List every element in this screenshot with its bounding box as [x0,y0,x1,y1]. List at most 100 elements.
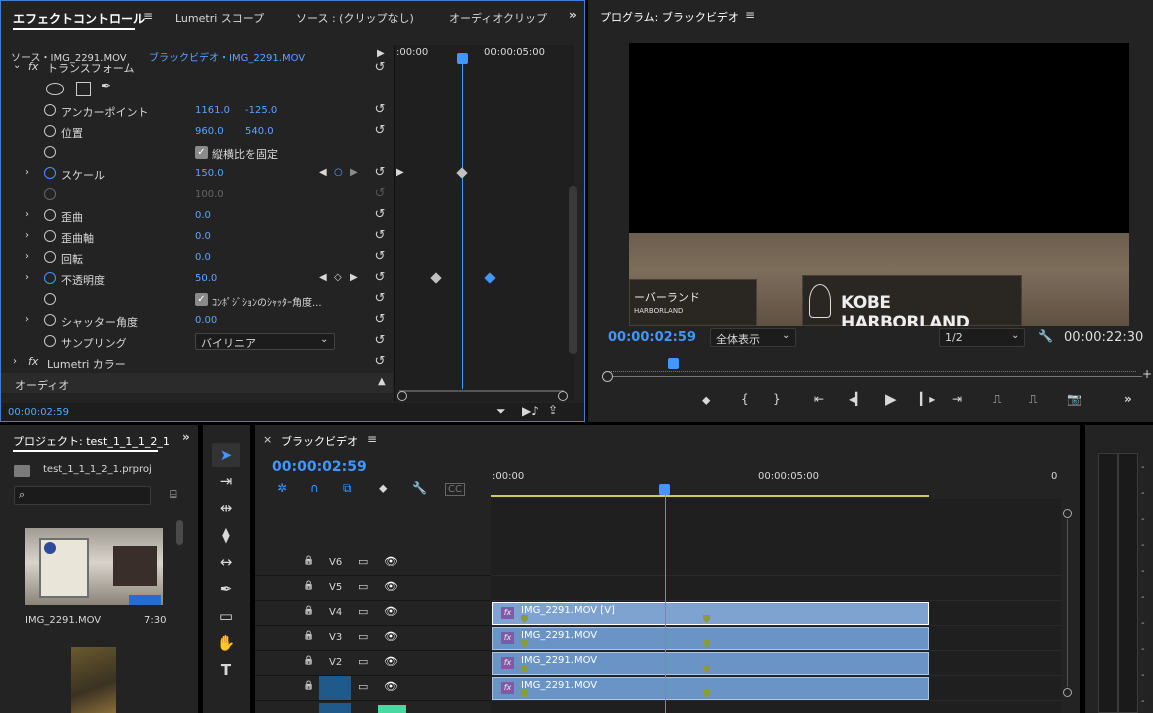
position-y-value[interactable]: 540.0 [245,126,274,137]
rotation-expand-icon[interactable]: › [25,251,29,262]
clip-thumbnail[interactable] [25,528,163,605]
lumetri-expand-icon[interactable]: › [13,356,17,367]
rectangle-mask-icon[interactable] [76,82,91,96]
scale-stopwatch-icon[interactable] [44,167,56,179]
track-sync-icon[interactable]: ▭ [358,680,368,693]
track-eye-icon[interactable]: 👁 [384,655,398,668]
position-stopwatch-icon[interactable] [44,125,56,137]
track-sync-icon[interactable]: ▭ [358,580,368,593]
tab-source[interactable]: ソース : (クリップなし) [296,10,414,26]
track-lock-icon[interactable]: 🔒 [303,656,314,666]
captions-icon[interactable]: CC [445,483,465,496]
snap-icon[interactable]: ∩ [310,481,319,495]
timeline-scrollbar-track[interactable] [1067,519,1068,687]
opacity-expand-icon[interactable]: › [25,272,29,283]
position-x-value[interactable]: 960.0 [195,126,224,137]
rectangle-tool-icon[interactable]: ▭ [212,605,240,627]
scale-reset-icon[interactable]: ↺ [372,166,388,180]
anchor-y-value[interactable]: -125.0 [245,105,277,116]
skew-axis-reset-icon[interactable]: ↺ [372,229,388,243]
shutter-angle-stopwatch-icon[interactable] [44,314,56,326]
clip-v1[interactable]: fx IMG_2291.MOV [492,677,929,700]
comp-shutter-stopwatch-icon[interactable] [44,293,56,305]
lumetri-reset-icon[interactable]: ↺ [372,355,388,369]
shutter-angle-reset-icon[interactable]: ↺ [372,313,388,327]
track-sync-icon[interactable]: ▭ [358,605,368,618]
timeline-settings-icon[interactable]: 🔧 [412,481,427,495]
track-select-tool-icon[interactable]: ⇥ [212,470,240,492]
rotation-value[interactable]: 0.0 [195,252,211,263]
nest-icon[interactable]: ✲ [277,481,287,495]
program-ruler[interactable] [606,366,1136,372]
more-tabs-icon[interactable]: » [569,8,577,22]
pen-tool-icon[interactable]: ✒ [212,578,240,600]
go-to-in-icon[interactable]: ⇤ [814,392,824,406]
track-lock-icon[interactable]: 🔒 [303,631,314,641]
slip-tool-icon[interactable]: ↔ [212,551,240,573]
track-lock-icon[interactable]: 🔒 [303,606,314,616]
export-icon[interactable]: ⇪ [548,403,558,417]
camera-icon[interactable]: 📷 [1067,392,1082,406]
razor-tool-icon[interactable]: ⧫ [212,524,240,546]
track-lane-v6[interactable] [491,551,1061,576]
selection-tool-icon[interactable]: ➤ [212,444,240,466]
timeline-menu-icon[interactable]: ≡ [367,432,377,446]
sampling-reset-icon[interactable]: ↺ [372,334,388,348]
track-name[interactable]: V5 [329,582,342,593]
scale-expand-icon[interactable]: › [25,167,29,178]
skew-axis-stopwatch-icon[interactable] [44,230,56,242]
shutter-angle-expand-icon[interactable]: › [25,314,29,325]
new-bin-icon[interactable]: ⌸ [170,488,177,502]
play-icon[interactable]: ▶ [885,390,897,408]
program-zoom-left[interactable] [602,371,613,382]
position-reset-icon[interactable]: ↺ [372,124,388,138]
rotation-stopwatch-icon[interactable] [44,251,56,263]
sampling-stopwatch-icon[interactable] [44,335,56,347]
panel-menu-icon[interactable]: ≡ [143,9,153,23]
skew-axis-value[interactable]: 0.0 [195,231,211,242]
track-lane-v5[interactable] [491,576,1061,601]
uniform-stopwatch-icon[interactable] [44,146,56,158]
collapse-icon[interactable]: ⌄ [13,60,21,71]
wrench-icon[interactable]: 🔧 [1038,329,1053,343]
skew-value[interactable]: 0.0 [195,210,211,221]
lumetri-row[interactable]: › fx Lumetri カラー ↺ [1,352,393,373]
track-eye-icon[interactable]: 👁 [384,555,398,568]
linked-select-icon[interactable]: ⧉ [343,481,352,496]
track-sync-icon[interactable]: ▭ [358,555,368,568]
track-lock-icon[interactable]: 🔒 [303,681,314,691]
track-eye-icon[interactable]: 👁 [384,605,398,618]
a1-source-patch[interactable] [319,703,351,713]
tab-audio-clip[interactable]: オーディオクリップ [449,10,547,26]
ec-zoom-left[interactable] [397,391,407,401]
step-forward-icon[interactable]: ▎▸ [920,392,935,406]
track-lock-icon[interactable]: 🔒 [303,581,314,591]
project-title[interactable]: プロジェクト: test_1_1_1_2_1 [13,433,170,449]
tab-lumetri-scope[interactable]: Lumetri スコープ [175,10,264,26]
project-search-input[interactable] [14,486,151,505]
track-lock-icon[interactable]: 🔒 [303,556,314,566]
scale-add-keyframe-icon[interactable]: ○ [334,167,343,178]
uniform-scale-checkbox[interactable]: ✓ [195,146,208,159]
more-buttons-icon[interactable]: » [1124,392,1132,406]
transform-reset-icon[interactable]: ↺ [372,61,388,75]
clip-v2[interactable]: fx IMG_2291.MOV [492,652,929,675]
timeline-title[interactable]: ブラックビデオ [281,433,358,449]
filter-icon[interactable]: ⏷ [496,404,506,419]
program-menu-icon[interactable]: ≡ [745,8,755,22]
pen-mask-icon[interactable]: ✒ [101,79,111,93]
clip-v3[interactable]: fx IMG_2291.MOV [492,627,929,650]
track-name[interactable]: V3 [329,632,342,643]
ec-timecode[interactable]: 00:00:02:59 [8,407,69,418]
shutter-angle-value[interactable]: 0.00 [195,315,217,326]
ec-zoom-right[interactable] [558,391,568,401]
scale-value[interactable]: 150.0 [195,168,224,179]
timeline-scrollbar-top[interactable] [1063,509,1072,518]
skew-axis-expand-icon[interactable]: › [25,230,29,241]
mark-in-icon[interactable]: { [741,392,749,406]
opacity-stopwatch-icon[interactable] [44,272,56,284]
ripple-tool-icon[interactable]: ⇹ [212,497,240,519]
track-name[interactable]: V6 [329,557,342,568]
rotation-reset-icon[interactable]: ↺ [372,250,388,264]
ec-scrollbar[interactable] [569,186,577,354]
